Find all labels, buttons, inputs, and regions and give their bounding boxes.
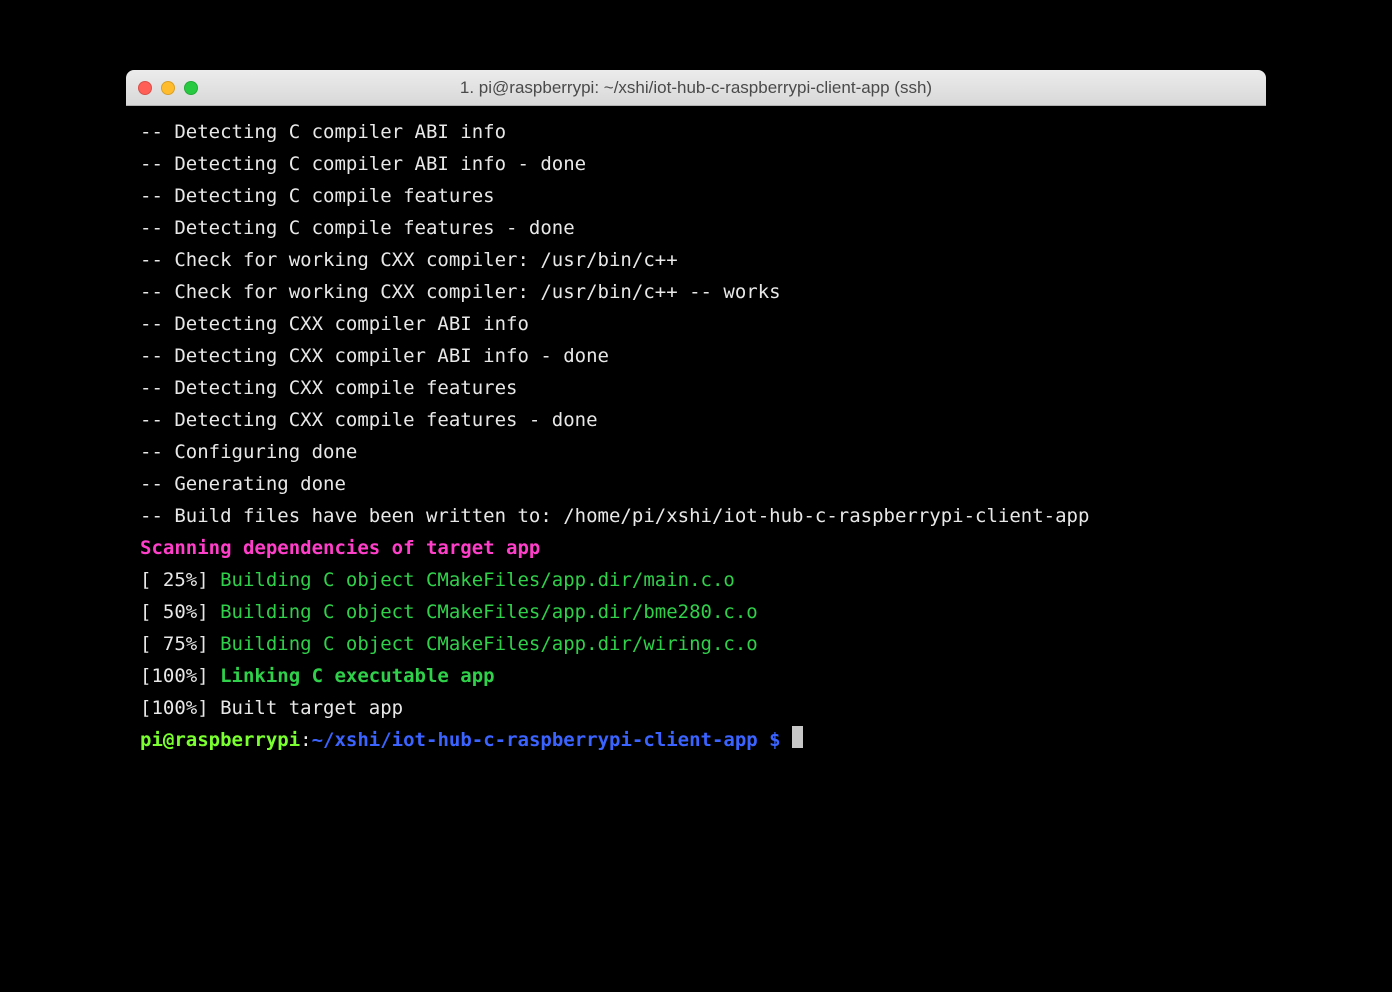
maximize-icon[interactable] [184, 81, 198, 95]
output-line: -- Detecting C compile features [140, 180, 1252, 212]
terminal-body[interactable]: -- Detecting C compiler ABI info -- Dete… [126, 106, 1266, 886]
output-line-build: [ 75%] Building C object CMakeFiles/app.… [140, 628, 1252, 660]
output-line: -- Detecting CXX compile features [140, 372, 1252, 404]
prompt-user: pi@raspberrypi [140, 729, 300, 751]
output-line: -- Check for working CXX compiler: /usr/… [140, 244, 1252, 276]
link-step: Linking C executable app [220, 665, 495, 687]
progress-percent: [ 50%] [140, 601, 220, 623]
progress-percent: [ 25%] [140, 569, 220, 591]
output-line: -- Detecting C compiler ABI info [140, 116, 1252, 148]
progress-percent: [ 75%] [140, 633, 220, 655]
progress-percent: [100%] [140, 665, 220, 687]
output-line-link: [100%] Linking C executable app [140, 660, 1252, 692]
prompt-colon: : [300, 729, 311, 751]
terminal-window: 1. pi@raspberrypi: ~/xshi/iot-hub-c-rasp… [126, 70, 1266, 886]
output-line: -- Build files have been written to: /ho… [140, 500, 1252, 532]
output-line-scan: Scanning dependencies of target app [140, 532, 1252, 564]
close-icon[interactable] [138, 81, 152, 95]
output-line-build: [ 25%] Building C object CMakeFiles/app.… [140, 564, 1252, 596]
output-line: -- Configuring done [140, 436, 1252, 468]
output-line: -- Check for working CXX compiler: /usr/… [140, 276, 1252, 308]
build-step: Building C object CMakeFiles/app.dir/wir… [220, 633, 758, 655]
title-bar[interactable]: 1. pi@raspberrypi: ~/xshi/iot-hub-c-rasp… [126, 70, 1266, 106]
output-line: -- Detecting CXX compiler ABI info [140, 308, 1252, 340]
cursor-icon [792, 726, 803, 748]
built-step: Built target app [220, 697, 403, 719]
traffic-lights [138, 81, 198, 95]
output-line-built: [100%] Built target app [140, 692, 1252, 724]
prompt-line[interactable]: pi@raspberrypi:~/xshi/iot-hub-c-raspberr… [140, 724, 1252, 756]
prompt-path: ~/xshi/iot-hub-c-raspberrypi-client-app … [312, 729, 792, 751]
minimize-icon[interactable] [161, 81, 175, 95]
output-line: -- Detecting C compiler ABI info - done [140, 148, 1252, 180]
window-title: 1. pi@raspberrypi: ~/xshi/iot-hub-c-rasp… [126, 78, 1266, 98]
output-line: -- Generating done [140, 468, 1252, 500]
progress-percent: [100%] [140, 697, 220, 719]
output-line: -- Detecting CXX compile features - done [140, 404, 1252, 436]
output-line: -- Detecting C compile features - done [140, 212, 1252, 244]
build-step: Building C object CMakeFiles/app.dir/bme… [220, 601, 758, 623]
build-step: Building C object CMakeFiles/app.dir/mai… [220, 569, 735, 591]
output-line: -- Detecting CXX compiler ABI info - don… [140, 340, 1252, 372]
output-line-build: [ 50%] Building C object CMakeFiles/app.… [140, 596, 1252, 628]
